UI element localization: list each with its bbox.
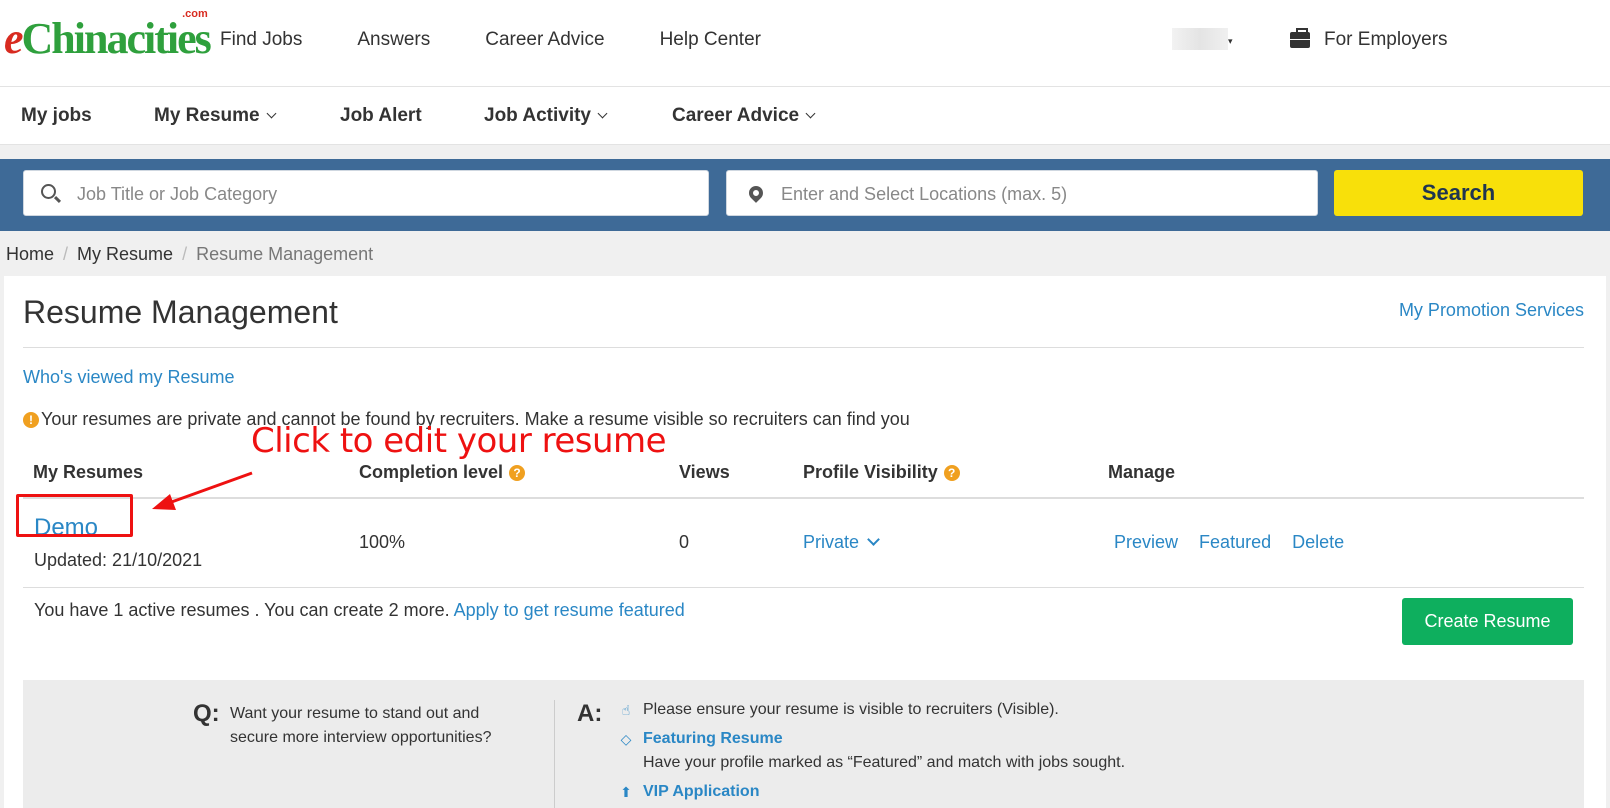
resume-management-panel: Resume Management My Promotion Services … bbox=[4, 276, 1606, 808]
job-search-input[interactable]: Job Title or Job Category bbox=[23, 170, 709, 216]
featuring-description: Have your profile marked as “Featured” a… bbox=[643, 754, 1126, 771]
for-employers-link[interactable]: For Employers bbox=[1290, 28, 1448, 51]
subnav-career-advice[interactable]: Career Advice bbox=[672, 105, 816, 127]
sub-nav: My jobs My Resume Job Alert Job Activity… bbox=[0, 87, 1610, 145]
warning-icon: ! bbox=[23, 411, 39, 428]
annotation-highlight-box bbox=[16, 494, 133, 537]
answer-label: A: bbox=[577, 700, 603, 727]
col-header-views: Views bbox=[679, 462, 730, 482]
breadcrumb-home[interactable]: Home bbox=[6, 244, 54, 264]
search-icon bbox=[41, 184, 56, 199]
question-label: Q: bbox=[193, 700, 220, 727]
col-header-manage: Manage bbox=[1108, 462, 1176, 482]
col-header-completion: Completion level? bbox=[359, 462, 526, 483]
page-title: Resume Management bbox=[23, 294, 338, 330]
chevron-down-icon bbox=[597, 108, 608, 119]
chevron-down-icon bbox=[266, 108, 277, 119]
col-header-resumes: My Resumes bbox=[33, 462, 144, 482]
location-input[interactable]: Enter and Select Locations (max. 5) bbox=[726, 170, 1318, 216]
active-resumes-summary: You have 1 active resumes . You can crea… bbox=[34, 600, 685, 620]
diamond-icon: ◇ bbox=[620, 730, 632, 747]
chevron-down-icon bbox=[867, 533, 880, 546]
nav-help-center[interactable]: Help Center bbox=[660, 29, 761, 51]
search-bar: Job Title or Job Category Enter and Sele… bbox=[0, 159, 1610, 231]
resume-completion: 100% bbox=[359, 532, 406, 552]
subnav-job-activity[interactable]: Job Activity bbox=[484, 105, 608, 127]
briefcase-icon bbox=[1290, 28, 1310, 48]
annotation-label: Click to edit your resume bbox=[251, 421, 667, 461]
breadcrumb-current: Resume Management bbox=[196, 244, 374, 264]
chevron-down-icon bbox=[805, 108, 816, 119]
help-icon[interactable]: ? bbox=[943, 464, 960, 481]
faq-box: Q: Want your resume to stand out and sec… bbox=[23, 680, 1584, 808]
annotation-arrow-icon bbox=[152, 471, 253, 510]
faq-divider bbox=[554, 700, 555, 808]
delete-link[interactable]: Delete bbox=[1292, 532, 1344, 552]
user-menu-avatar[interactable] bbox=[1172, 28, 1228, 50]
breadcrumb-my-resume[interactable]: My Resume bbox=[77, 244, 173, 264]
create-resume-button[interactable]: Create Resume bbox=[1402, 598, 1573, 645]
vip-application-item[interactable]: ⬆ VIP Application bbox=[617, 783, 759, 801]
row-divider bbox=[23, 587, 1584, 588]
whos-viewed-resume-link[interactable]: Who's viewed my Resume bbox=[23, 367, 235, 388]
col-header-visibility: Profile Visibility? bbox=[803, 462, 960, 483]
subnav-my-jobs[interactable]: My jobs bbox=[21, 105, 92, 127]
location-pin-icon bbox=[746, 183, 766, 203]
search-button[interactable]: Search bbox=[1334, 170, 1583, 216]
answer-visible-item: ☝ Please ensure your resume is visible t… bbox=[617, 701, 1059, 719]
top-nav: Find Jobs Answers Career Advice Help Cen… bbox=[220, 29, 816, 51]
caret-down-icon[interactable]: ▾ bbox=[1228, 36, 1233, 47]
featuring-resume-item[interactable]: ◇ Featuring Resume bbox=[617, 730, 783, 748]
resume-views: 0 bbox=[679, 532, 690, 552]
subnav-job-alert[interactable]: Job Alert bbox=[340, 105, 422, 127]
breadcrumb: Home / My Resume / Resume Management bbox=[6, 244, 374, 264]
subnav-my-resume[interactable]: My Resume bbox=[154, 105, 277, 127]
apply-featured-link[interactable]: Apply to get resume featured bbox=[454, 600, 685, 620]
my-promotion-services-link[interactable]: My Promotion Services bbox=[1399, 300, 1584, 321]
preview-link[interactable]: Preview bbox=[1114, 532, 1178, 552]
help-icon[interactable]: ? bbox=[509, 464, 526, 481]
echinacities-logo[interactable]: eChinacities .com bbox=[4, 8, 212, 64]
nav-career-advice[interactable]: Career Advice bbox=[485, 29, 604, 51]
nav-find-jobs[interactable]: Find Jobs bbox=[220, 29, 302, 51]
top-header: eChinacities .com Find Jobs Answers Care… bbox=[0, 0, 1610, 87]
divider bbox=[23, 347, 1584, 348]
resume-actions: Preview Featured Delete bbox=[1114, 532, 1360, 553]
arrow-up-circle-icon: ⬆ bbox=[620, 783, 632, 800]
pointer-hand-icon: ☝ bbox=[621, 701, 631, 718]
resume-updated-date: Updated: 21/10/2021 bbox=[34, 550, 203, 570]
question-text: Want your resume to stand out and secure… bbox=[230, 705, 492, 746]
visibility-dropdown[interactable]: Private bbox=[803, 532, 880, 553]
featured-link[interactable]: Featured bbox=[1199, 532, 1271, 552]
nav-answers[interactable]: Answers bbox=[357, 29, 430, 51]
